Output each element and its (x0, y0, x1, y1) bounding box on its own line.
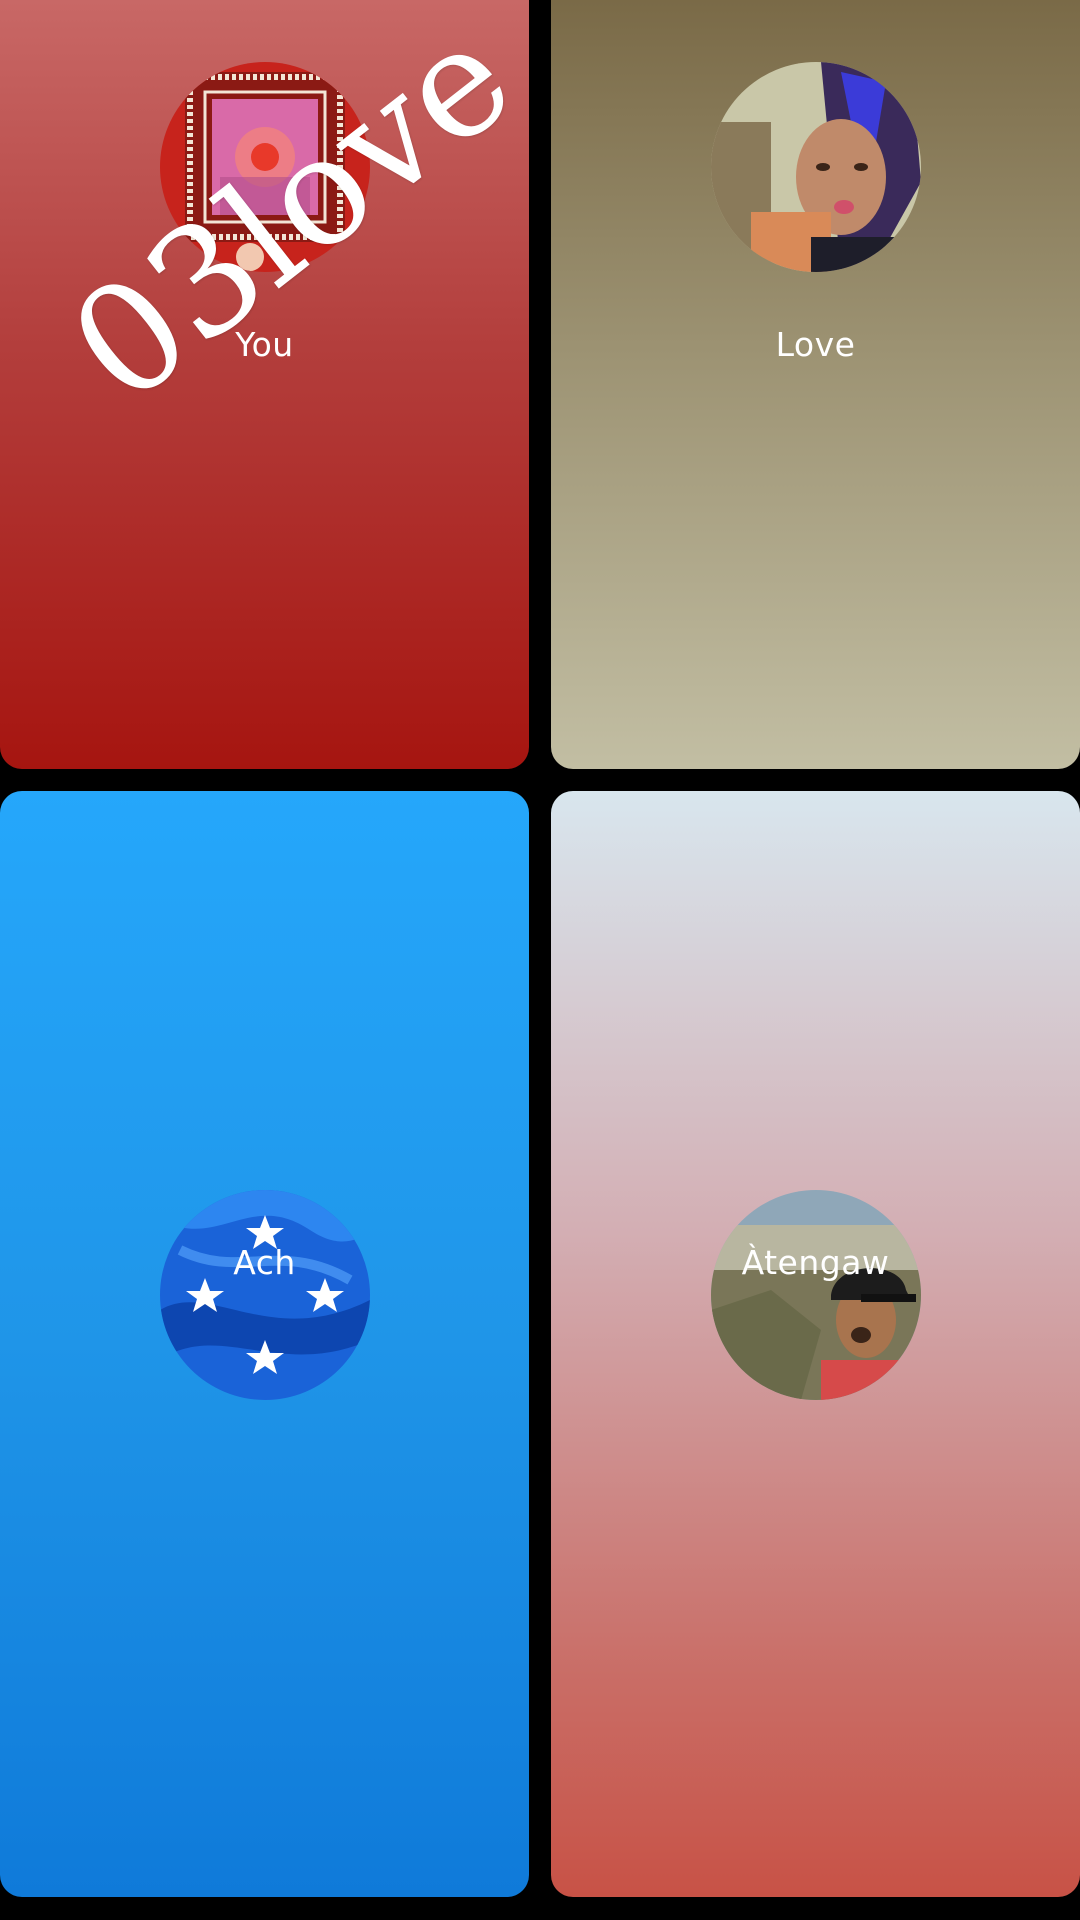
participant-name-love: Love (775, 325, 856, 364)
participant-tile-you[interactable]: You 03love (0, 0, 529, 769)
bandana-frame-photo-icon (159, 62, 370, 272)
participant-name-you: You (235, 325, 294, 364)
person-photo-icon (710, 62, 921, 272)
avatar-ach (159, 1190, 370, 1400)
participant-tile-ach[interactable]: Ach (0, 791, 529, 1897)
avatar-you (159, 62, 370, 272)
avatar-love (710, 62, 921, 272)
avatar-atengaw (710, 1190, 921, 1400)
flag-with-stars-icon (159, 1190, 370, 1400)
participant-name-atengaw: Àtengaw (741, 1243, 890, 1282)
participant-tile-love[interactable]: Love (551, 0, 1080, 769)
participant-tile-atengaw[interactable]: Àtengaw (551, 791, 1080, 1897)
person-with-cap-photo-icon (710, 1190, 921, 1400)
group-call-screen: You 03love Love Ach Àtengaw (0, 0, 1080, 1920)
participant-name-ach: Ach (233, 1243, 296, 1282)
